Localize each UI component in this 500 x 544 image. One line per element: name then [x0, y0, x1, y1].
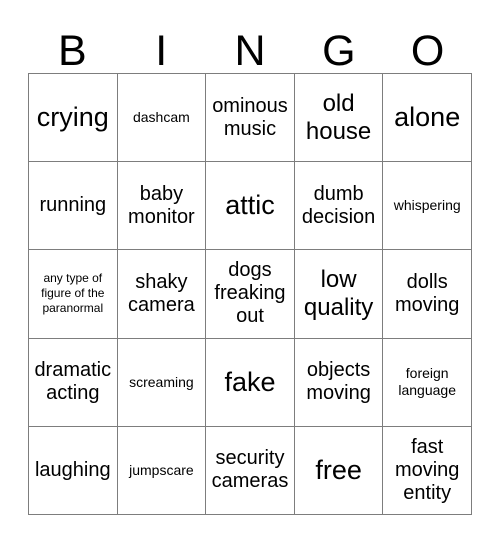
- bingo-cell-label: screaming: [129, 373, 194, 390]
- bingo-cell[interactable]: baby monitor: [117, 162, 207, 251]
- bingo-header-letter-b: B: [58, 27, 87, 75]
- bingo-cell[interactable]: any type of figure of the paranormal: [29, 250, 118, 339]
- bingo-cell[interactable]: dashcam: [117, 74, 207, 163]
- bingo-header-letter-g: G: [322, 27, 356, 75]
- bingo-cell[interactable]: security cameras: [206, 426, 295, 515]
- bingo-cell[interactable]: free: [294, 426, 384, 515]
- bingo-cell-label: dolls moving: [394, 270, 460, 316]
- bingo-cell-label: fast moving entity: [394, 435, 460, 504]
- bingo-cell-label: free: [315, 454, 362, 485]
- bingo-cell-label: foreign language: [398, 365, 456, 399]
- bingo-cell[interactable]: ominous music: [206, 74, 295, 163]
- bingo-cell-label: dumb decision: [301, 182, 376, 228]
- bingo-cell-label: fake: [224, 366, 276, 397]
- bingo-cell-label: whispering: [393, 197, 461, 214]
- bingo-cell-label: attic: [225, 190, 275, 221]
- bingo-cell-label: dogs freaking out: [214, 259, 286, 328]
- bingo-cell-label: security cameras: [211, 447, 289, 493]
- bingo-cell[interactable]: dolls moving: [383, 250, 472, 339]
- bingo-cell-label: old house: [305, 89, 372, 145]
- bingo-header-letter-n: N: [234, 27, 266, 75]
- bingo-cell-label: low quality: [303, 265, 374, 321]
- bingo-cell-label: laughing: [34, 458, 111, 481]
- bingo-cell[interactable]: foreign language: [383, 338, 472, 427]
- bingo-cell[interactable]: fake: [206, 338, 295, 427]
- bingo-cell-label: shaky camera: [128, 270, 195, 316]
- bingo-cell-label: running: [39, 194, 107, 217]
- bingo-cell[interactable]: jumpscare: [117, 426, 207, 515]
- bingo-cell-label: alone: [394, 102, 461, 133]
- bingo-cell-label: crying: [36, 102, 109, 133]
- bingo-cell[interactable]: fast moving entity: [383, 426, 472, 515]
- bingo-cell[interactable]: dramatic acting: [29, 338, 118, 427]
- bingo-cell[interactable]: screaming: [117, 338, 207, 427]
- bingo-cell-label: dashcam: [132, 109, 190, 126]
- bingo-header: B I N G O: [28, 22, 472, 73]
- bingo-card: B I N G O crying dashcam ominous music o…: [0, 0, 500, 544]
- bingo-header-letter-o: O: [410, 27, 445, 75]
- bingo-header-letter-i: I: [155, 27, 168, 75]
- bingo-cell[interactable]: running: [29, 162, 118, 251]
- bingo-cell[interactable]: low quality: [294, 250, 384, 339]
- bingo-cell[interactable]: crying: [29, 74, 118, 163]
- bingo-cell[interactable]: dogs freaking out: [206, 250, 295, 339]
- bingo-cell[interactable]: laughing: [29, 426, 118, 515]
- bingo-cell[interactable]: dumb decision: [294, 162, 384, 251]
- bingo-cell[interactable]: objects moving: [294, 338, 384, 427]
- bingo-cell-label: any type of figure of the paranormal: [41, 271, 105, 316]
- bingo-cell[interactable]: shaky camera: [117, 250, 207, 339]
- bingo-cell[interactable]: attic: [206, 162, 295, 251]
- bingo-cell[interactable]: alone: [383, 74, 472, 163]
- bingo-cell-label: jumpscare: [129, 461, 194, 478]
- bingo-grid: crying dashcam ominous music old house a…: [28, 73, 472, 515]
- bingo-cell-label: ominous music: [212, 94, 288, 140]
- bingo-cell[interactable]: old house: [294, 74, 384, 163]
- bingo-cell-label: baby monitor: [128, 182, 195, 228]
- bingo-cell-label: dramatic acting: [34, 359, 112, 405]
- bingo-cell-label: objects moving: [306, 359, 371, 405]
- bingo-cell[interactable]: whispering: [383, 162, 472, 251]
